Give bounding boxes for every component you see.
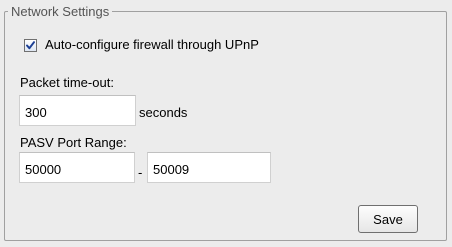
upnp-checkbox[interactable]	[24, 38, 37, 52]
checkmark-icon	[26, 40, 35, 49]
save-button[interactable]: Save	[358, 205, 418, 233]
pasv-port-end-input[interactable]	[147, 152, 271, 183]
packet-timeout-unit: seconds	[139, 105, 188, 120]
pasv-port-start-input[interactable]	[19, 152, 135, 183]
upnp-label: Auto-configure firewall through UPnP	[45, 37, 259, 52]
pasv-port-range-label: PASV Port Range:	[20, 135, 127, 150]
pasv-port-range-separator: -	[138, 165, 143, 180]
packet-timeout-label: Packet time-out:	[20, 75, 114, 90]
group-title: Network Settings	[8, 4, 113, 19]
packet-timeout-input[interactable]	[19, 95, 136, 126]
upnp-option[interactable]: Auto-configure firewall through UPnP	[24, 36, 259, 54]
network-settings-panel: Network Settings Auto-configure firewall…	[0, 0, 452, 247]
